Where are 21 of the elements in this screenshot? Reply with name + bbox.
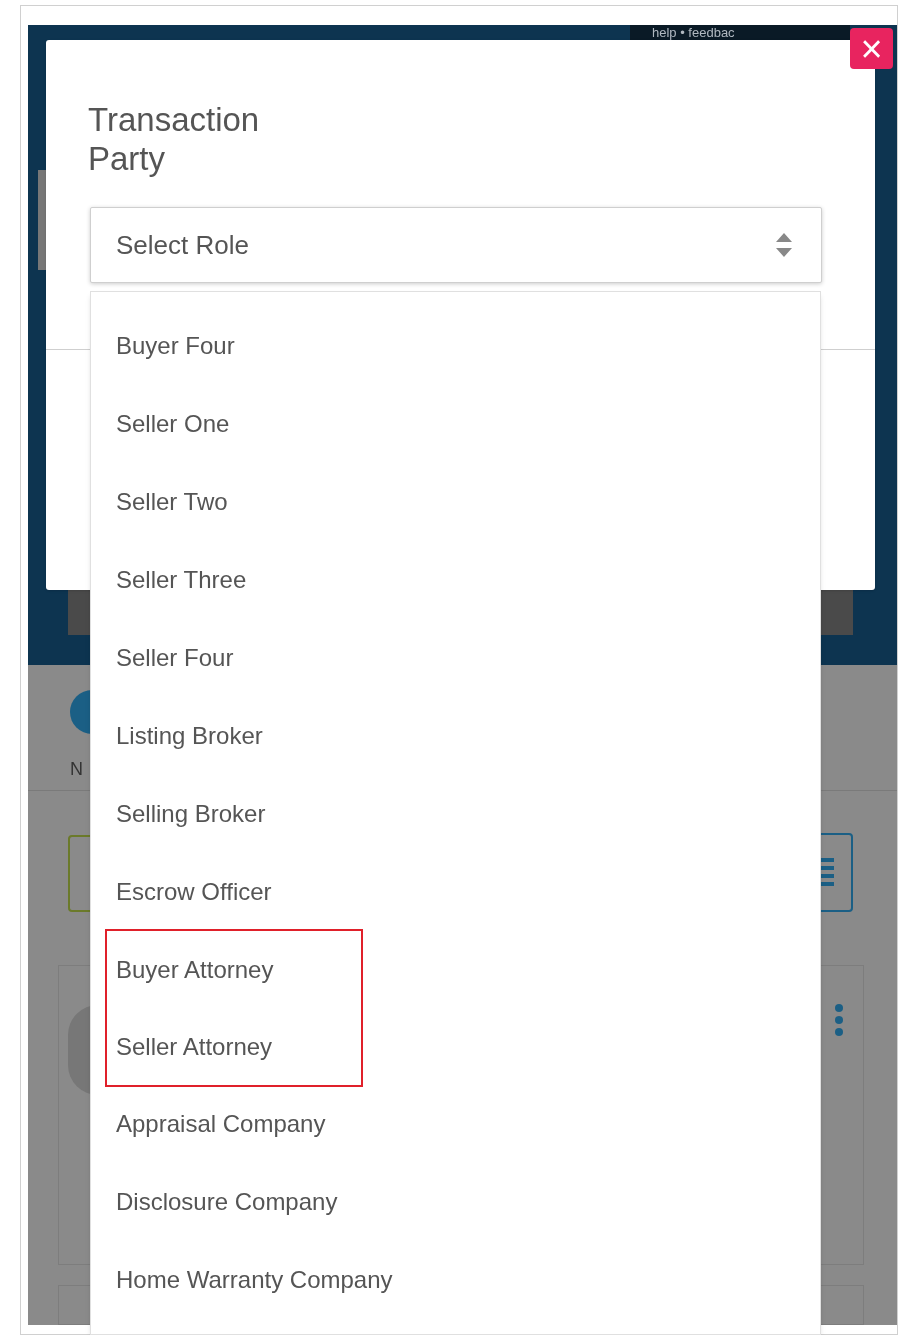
role-option[interactable]: Home Warranty Company bbox=[91, 1241, 820, 1319]
role-option[interactable]: Appraisal Company bbox=[91, 1085, 820, 1163]
role-option[interactable]: Disclosure Company bbox=[91, 1163, 820, 1241]
more-icon[interactable] bbox=[834, 1003, 844, 1037]
close-button[interactable]: × bbox=[850, 28, 893, 69]
role-option[interactable]: Seller Four bbox=[91, 619, 820, 697]
role-option[interactable]: Escrow Officer bbox=[91, 853, 820, 931]
role-option[interactable]: Seller One bbox=[91, 385, 820, 463]
role-option[interactable]: Listing Broker bbox=[91, 697, 820, 775]
sort-arrows-icon bbox=[775, 232, 793, 258]
role-option[interactable]: Seller Attorney bbox=[107, 1008, 361, 1085]
role-select[interactable]: Select Role bbox=[90, 207, 822, 283]
role-option[interactable]: Selling Broker bbox=[91, 775, 820, 853]
role-option[interactable]: Buyer Four bbox=[91, 307, 820, 385]
role-option[interactable]: Seller Three bbox=[91, 541, 820, 619]
action-label: N bbox=[70, 758, 83, 781]
role-option[interactable]: Seller Two bbox=[91, 463, 820, 541]
modal-title: Transaction Party bbox=[88, 100, 261, 178]
role-option[interactable]: Buyer Attorney bbox=[107, 931, 361, 1008]
header-links[interactable]: help • feedbac bbox=[630, 25, 850, 40]
list-icon bbox=[820, 858, 834, 886]
